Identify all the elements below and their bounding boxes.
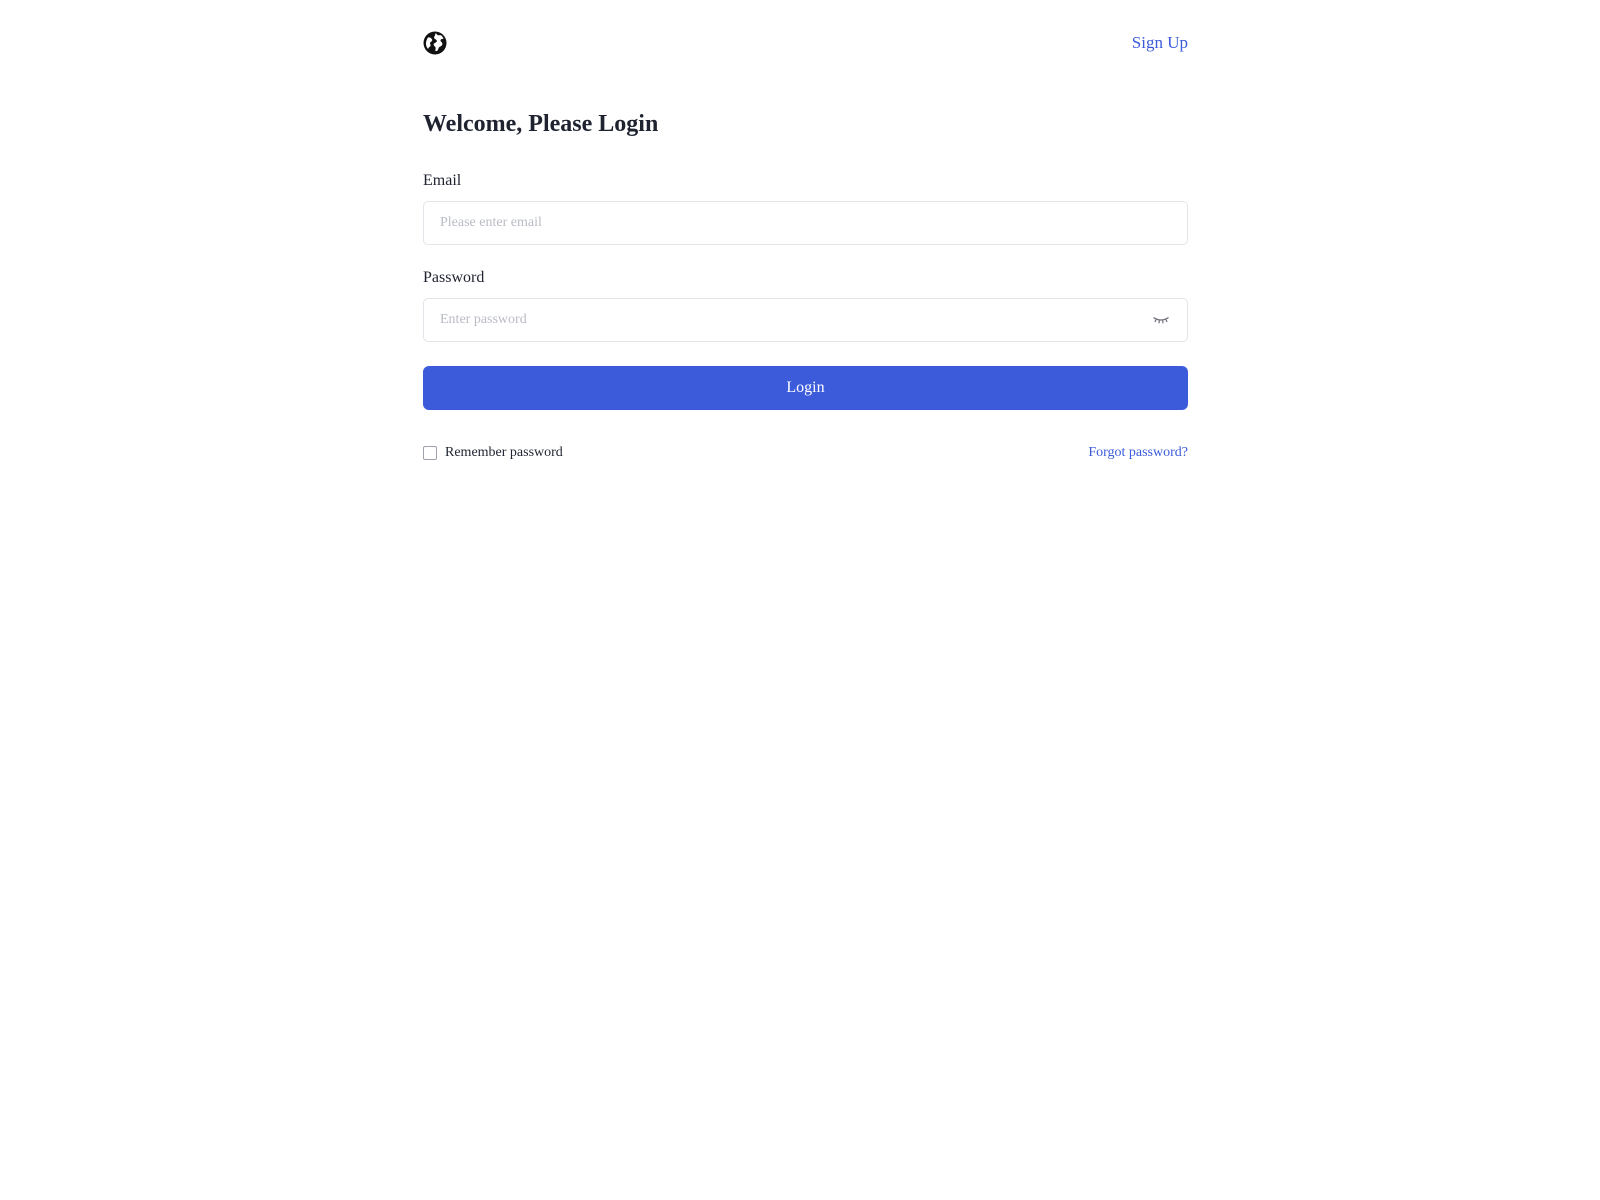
email-field-wrapper [423,201,1188,245]
forgot-password-link[interactable]: Forgot password? [1088,444,1188,462]
remember-password-checkbox[interactable] [423,446,437,460]
eye-closed-icon[interactable] [1151,312,1171,328]
password-input[interactable] [424,299,1187,341]
email-label: Email [423,172,462,189]
top-bar: Sign Up [423,0,1188,90]
globe-icon [423,31,447,55]
login-button[interactable]: Login [423,366,1188,410]
password-field-wrapper [423,298,1188,342]
sign-up-link[interactable]: Sign Up [1132,33,1188,53]
password-label: Password [423,269,485,286]
remember-password-option[interactable]: Remember password [423,444,563,462]
login-page: Sign Up Welcome, Please Login Email Pass… [0,0,1600,1200]
remember-password-label: Remember password [445,445,563,460]
login-container: Sign Up Welcome, Please Login Email Pass… [423,0,1188,460]
email-input[interactable] [424,202,1187,244]
page-title: Welcome, Please Login [423,111,659,137]
